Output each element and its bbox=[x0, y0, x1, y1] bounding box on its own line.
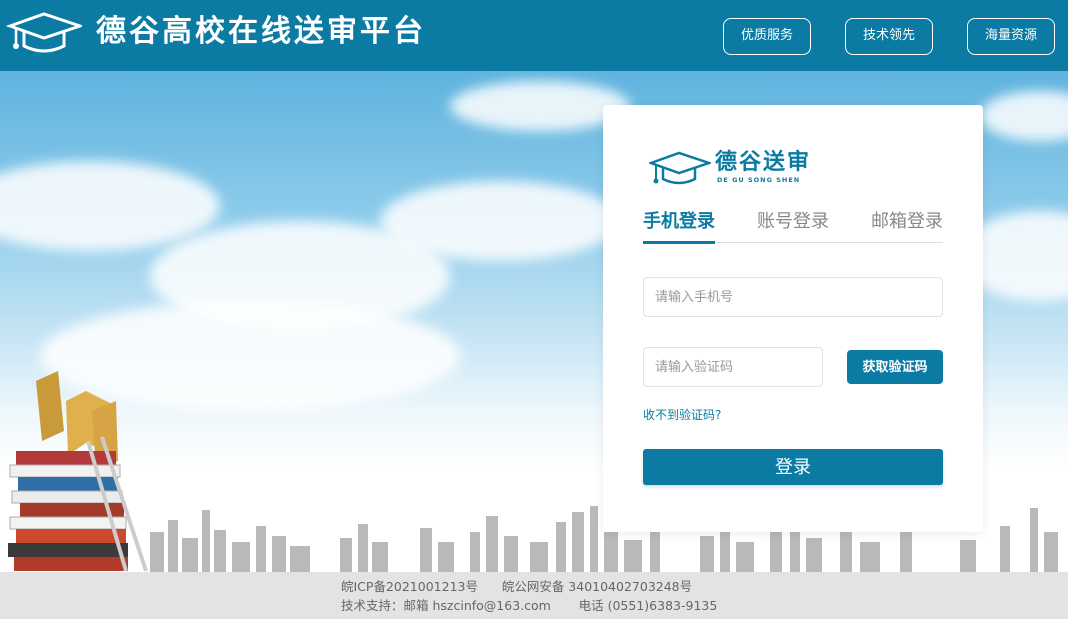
tab-phone-login[interactable]: 手机登录 bbox=[643, 207, 715, 244]
footer-icp-line: 皖ICP备2021001213号 皖公网安备 34010402703248号 bbox=[341, 579, 693, 594]
card-brand-subtitle: DE GU SONG SHEN bbox=[717, 176, 801, 184]
verification-code-input[interactable] bbox=[643, 347, 823, 387]
cloud bbox=[0, 161, 220, 251]
nav-tech-leading-button[interactable]: 技术领先 bbox=[845, 18, 933, 55]
login-card: 德谷送审 DE GU SONG SHEN 手机登录 账号登录 邮箱登录 获取验证… bbox=[603, 105, 983, 532]
login-button[interactable]: 登录 bbox=[643, 449, 943, 485]
get-code-button[interactable]: 获取验证码 bbox=[847, 350, 943, 384]
phone-input[interactable] bbox=[643, 277, 943, 317]
nav-massive-resources-button[interactable]: 海量资源 bbox=[967, 18, 1055, 55]
cloud bbox=[980, 91, 1068, 141]
tab-account-login[interactable]: 账号登录 bbox=[757, 207, 829, 237]
site-title: 德谷高校在线送审平台 bbox=[96, 14, 426, 49]
login-tabs: 手机登录 账号登录 邮箱登录 bbox=[643, 207, 943, 244]
no-code-link[interactable]: 收不到验证码? bbox=[643, 407, 721, 423]
cloud bbox=[380, 181, 620, 261]
tab-email-login[interactable]: 邮箱登录 bbox=[871, 207, 943, 237]
nav-quality-service-button[interactable]: 优质服务 bbox=[723, 18, 811, 55]
top-header: 德谷高校在线送审平台 优质服务 技术领先 海量资源 bbox=[0, 0, 1068, 71]
graduation-cap-icon bbox=[6, 12, 82, 53]
footer-support-line: 技术支持：邮箱 hszcinfo@163.com 电话 (0551)6383-9… bbox=[341, 598, 718, 613]
footer: 皖ICP备2021001213号 皖公网安备 34010402703248号 技… bbox=[0, 572, 1068, 619]
graduation-cap-icon bbox=[649, 151, 711, 185]
card-brand-name: 德谷送审 bbox=[715, 150, 812, 175]
